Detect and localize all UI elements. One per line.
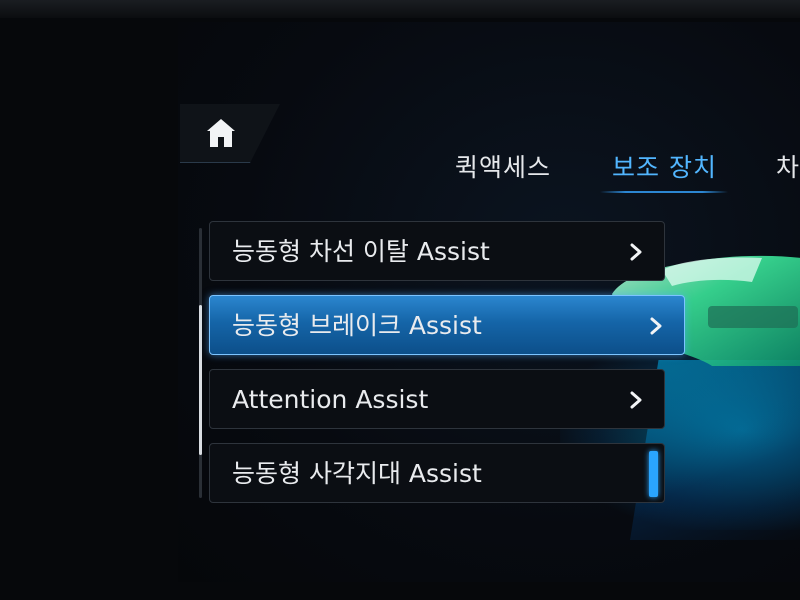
chevron-right-icon [630, 243, 642, 261]
home-icon[interactable] [204, 116, 238, 150]
active-tab-indicator [600, 191, 728, 193]
menu-item-attention-assist[interactable]: Attention Assist [209, 369, 665, 429]
chevron-right-icon [650, 317, 662, 335]
toggle-indicator[interactable] [649, 451, 658, 497]
menu-item-label: Attention Assist [232, 385, 429, 414]
tab-vehicle[interactable]: 차 [776, 150, 799, 186]
scrollbar-thumb[interactable] [199, 305, 202, 455]
menu-item-brake-assist[interactable]: 능동형 브레이크 Assist [209, 295, 685, 355]
menu-item-lane-keeping[interactable]: 능동형 차선 이탈 Assist [209, 221, 665, 281]
menu-item-label: 능동형 브레이크 Assist [232, 311, 482, 340]
menu-item-label: 능동형 사각지대 Assist [232, 459, 482, 488]
tab-quick-access[interactable]: 퀵액세스 [455, 150, 551, 186]
menu-item-blind-spot-assist[interactable]: 능동형 사각지대 Assist [209, 443, 665, 503]
display-bezel [0, 0, 800, 18]
menu-item-label: 능동형 차선 이탈 Assist [232, 237, 490, 266]
chevron-right-icon [630, 391, 642, 409]
tab-assist[interactable]: 보조 장치 [612, 150, 717, 186]
